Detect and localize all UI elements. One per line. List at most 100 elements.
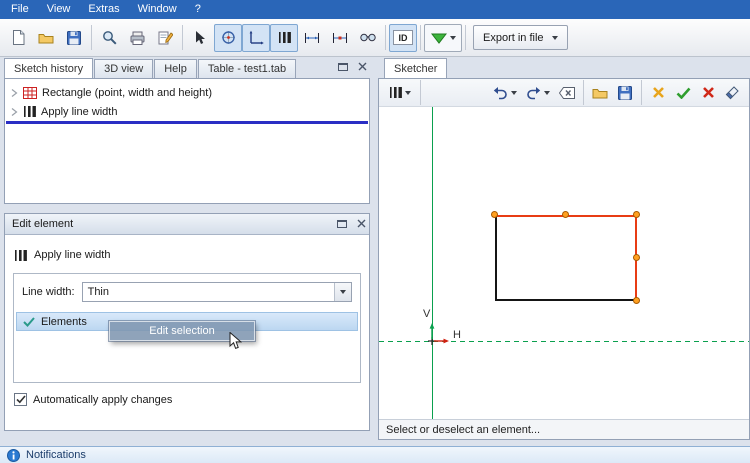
tab-help[interactable]: Help [154, 59, 197, 78]
sketcher-panel: Sketcher V H Select or deselect an eleme… [378, 58, 750, 440]
coordinates-button[interactable] [242, 23, 270, 52]
toolbar-separator [465, 25, 466, 50]
new-document-icon [12, 30, 24, 45]
tooltip-label: Edit selection [149, 325, 215, 337]
line-width-value: Thin [87, 286, 109, 298]
close-button[interactable] [358, 62, 367, 71]
axis-v-label: V [423, 308, 431, 320]
menu-help[interactable]: ? [186, 0, 210, 19]
line-width-icon [24, 106, 36, 117]
delete-last-button[interactable] [555, 81, 579, 105]
vertex-handle[interactable] [491, 211, 498, 218]
id-button[interactable]: ID [389, 23, 417, 52]
line-width-mode-button[interactable] [270, 23, 298, 52]
green-triangle-icon [430, 33, 447, 44]
menu-window[interactable]: Window [129, 0, 186, 19]
sketcher-body: V H Select or deselect an element... [378, 78, 750, 440]
save-icon [67, 30, 81, 45]
info-icon [7, 448, 20, 462]
menu-extras[interactable]: Extras [79, 0, 128, 19]
vertex-handle[interactable] [633, 297, 640, 304]
new-document-button[interactable] [4, 24, 32, 52]
line-width-icon [390, 87, 402, 98]
toolbar-separator [583, 80, 584, 105]
close-sketch-button[interactable] [696, 81, 720, 105]
line-width-icon [278, 32, 291, 43]
vertex-handle[interactable] [633, 211, 640, 218]
edit-button[interactable] [151, 24, 179, 52]
save-button[interactable] [60, 24, 88, 52]
chevron-down-icon [511, 90, 517, 95]
open-file-button[interactable] [32, 24, 60, 52]
close-button[interactable] [357, 219, 366, 228]
left-panel-tabstrip: Sketch history 3D view Help Table - test… [4, 58, 370, 78]
edit-header-label: Apply line width [34, 249, 111, 261]
maximize-button[interactable] [337, 219, 347, 228]
history-item-label: Apply line width [41, 105, 118, 118]
coordinate-axes-icon [249, 30, 264, 45]
sketch-circle-icon [221, 31, 235, 44]
dimension-edit-button[interactable] [326, 24, 354, 52]
discard-button[interactable] [646, 81, 670, 105]
menu-file[interactable]: File [2, 0, 38, 19]
maximize-icon [337, 220, 347, 228]
check-icon [23, 316, 35, 327]
insert-dropdown-button[interactable] [424, 23, 462, 52]
elements-label: Elements [41, 315, 87, 328]
select-button[interactable] [186, 24, 214, 52]
history-item-rectangle[interactable]: Rectangle (point, width and height) [5, 83, 369, 102]
expand-chevron-icon[interactable] [10, 88, 18, 98]
line-width-dropdown-button[interactable] [384, 81, 416, 105]
backspace-icon [559, 86, 575, 99]
insertion-indicator [6, 121, 368, 124]
toolbar-separator [420, 80, 421, 105]
dimension-edit-icon [333, 32, 347, 43]
glasses-icon [360, 33, 376, 42]
line-width-select[interactable]: Thin [81, 282, 352, 302]
mouse-cursor-icon [229, 332, 242, 350]
menu-view[interactable]: View [38, 0, 80, 19]
tab-table-test1[interactable]: Table - test1.tab [197, 59, 297, 78]
tab-3d-view[interactable]: 3D view [94, 59, 154, 78]
close-icon [358, 62, 367, 71]
redo-button[interactable] [522, 81, 554, 105]
chevron-down-icon [551, 35, 558, 40]
svg-text:ID: ID [399, 33, 409, 43]
history-item-label: Rectangle (point, width and height) [42, 86, 212, 99]
vertex-handle[interactable] [633, 254, 640, 261]
sketch-rectangle[interactable] [495, 215, 637, 301]
auto-apply-label: Automatically apply changes [33, 393, 173, 406]
open-folder-icon [592, 89, 608, 99]
red-x-icon [702, 87, 714, 98]
tab-sketch-history[interactable]: Sketch history [4, 58, 94, 78]
save-sketch-button[interactable] [613, 81, 637, 105]
export-in-file-button[interactable]: Export in file [473, 25, 568, 50]
axis-h-label: H [453, 329, 461, 341]
history-item-line-width[interactable]: Apply line width [5, 102, 369, 121]
sketch-mode-button[interactable] [214, 23, 242, 52]
notifications-bar[interactable]: Notifications [0, 446, 750, 463]
expand-chevron-icon[interactable] [10, 107, 18, 117]
toolbar-separator [91, 25, 92, 50]
vertex-handle[interactable] [562, 211, 569, 218]
visibility-button[interactable] [354, 24, 382, 52]
checkmark-icon [15, 395, 26, 404]
apply-button[interactable] [671, 81, 695, 105]
main-toolbar: ID Export in file [0, 19, 750, 57]
zoom-button[interactable] [95, 24, 123, 52]
open-sketch-button[interactable] [588, 81, 612, 105]
export-label: Export in file [483, 31, 544, 44]
chevron-down-icon [449, 35, 456, 40]
print-button[interactable] [123, 24, 151, 52]
line-width-icon [15, 249, 27, 261]
tab-sketcher[interactable]: Sketcher [384, 58, 448, 78]
sketch-canvas[interactable]: V H [379, 107, 749, 419]
maximize-button[interactable] [338, 62, 348, 71]
eraser-button[interactable] [721, 81, 745, 105]
printer-icon [130, 31, 144, 45]
auto-apply-checkbox[interactable] [14, 393, 27, 406]
combo-dropdown-button[interactable] [334, 283, 351, 301]
toolbar-separator [420, 25, 421, 50]
dimension-button[interactable] [298, 24, 326, 52]
undo-button[interactable] [489, 81, 521, 105]
